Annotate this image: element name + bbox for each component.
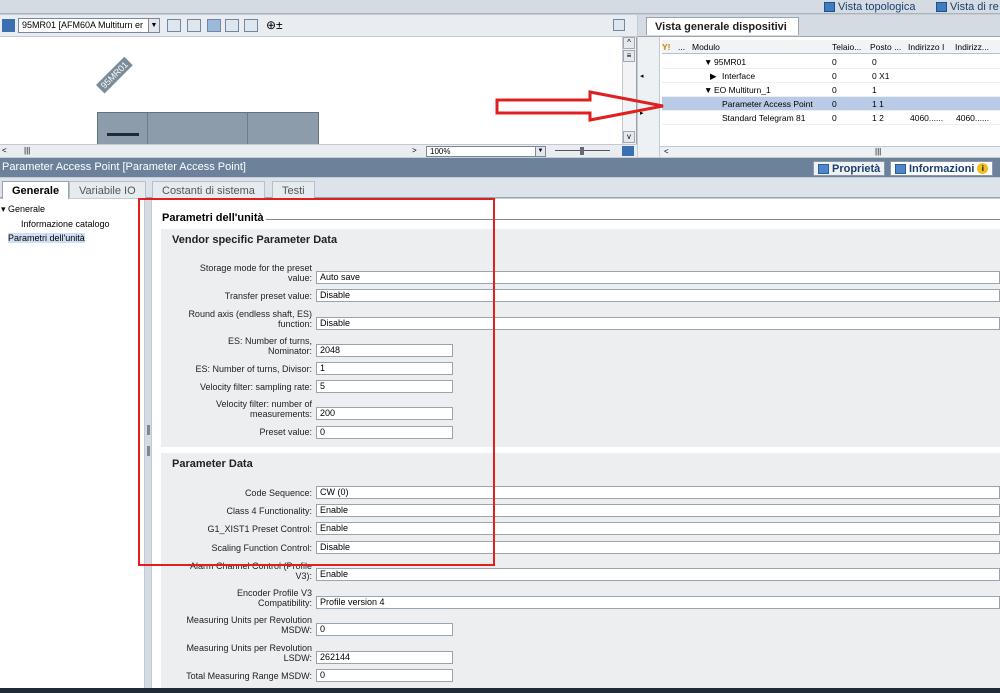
param-label: Measuring Units per Revolution LSDW: [186,643,312,663]
table-row[interactable]: ▶ Interface 0 0 X1 [662,69,1000,83]
scroll-up-icon[interactable]: ^ [623,37,635,49]
grid-icon[interactable] [225,19,239,32]
zoom-slider-handle[interactable] [580,147,584,155]
scroll-left-icon[interactable]: < [2,146,7,155]
tab-generale[interactable]: Generale [2,181,70,199]
device-view-statusbar: < ||| > 100% ▼ [0,144,637,157]
scroll-thumb[interactable]: ||| [24,146,30,155]
nav-item-unit-params[interactable]: Parametri dell'unità [8,233,85,243]
units-msdw-input[interactable]: 0 [316,623,453,636]
param-label: Measuring Units per Revolution MSDW: [186,615,312,635]
show-rack-icon[interactable] [167,19,181,32]
param-label: Total Measuring Range MSDW: [186,671,312,681]
tab-variabile-io[interactable]: Variabile IO [69,181,146,198]
info-icon [895,163,906,174]
scroll-menu-icon[interactable]: ≡ [623,50,635,62]
topology-icon [824,2,835,12]
topology-view-button[interactable]: Vista topologica [824,0,915,14]
red-highlight-box [138,198,495,566]
table-header: Y! ... Modulo Telaio... Posto ... Indiri… [662,40,1000,54]
chevron-down-icon: ▼ [148,19,159,32]
properties-tabs [0,178,1000,198]
fit-icon[interactable] [622,146,634,156]
properties-icon [818,163,829,174]
scroll-thumb[interactable]: ||| [875,147,881,156]
network-icon [936,2,947,12]
overview-scrollbar[interactable]: < ||| [660,146,1000,157]
rack-bar [107,133,139,136]
page-icon[interactable] [244,19,258,32]
tab-proprieta[interactable]: Proprietà [813,161,886,176]
taskbar-edge [0,688,1000,693]
scroll-left-icon[interactable]: < [664,147,669,156]
collapse-icon[interactable]: ◂ [640,72,644,80]
chevron-down-icon: ▼ [535,147,545,156]
param-label: Encoder Profile V3 Compatibility: [236,588,312,608]
zoom-select[interactable]: 100% ▼ [426,146,546,157]
nav-item-catalog-info[interactable]: Informazione catalogo [21,219,110,229]
network-view-button[interactable]: Vista di re [936,0,999,14]
device-tool-icon[interactable] [2,19,15,32]
table-row[interactable]: ▼ EO Multiturn_1 0 1 [662,83,1000,97]
alarm-channel-select[interactable]: Enable [316,568,1000,581]
nav-item-generale[interactable]: ▾ Generale [1,204,45,215]
total-range-msdw-input[interactable]: 0 [316,669,453,682]
device-rack[interactable] [97,112,319,149]
device-view-toolbar: 95MR01 [AFM60A Multiturn er ▼ ⊕± [0,15,637,37]
info-circle-icon: i [977,163,989,174]
table-row[interactable]: ▼ 95MR01 0 0 [662,55,1000,69]
profile-compat-select[interactable]: Profile version 4 [316,596,1000,609]
tab-device-overview[interactable]: Vista generale dispositivi [646,17,799,35]
overview-toggle-icon[interactable] [613,19,625,31]
red-arrow-annotation [495,90,664,122]
filter-icon[interactable]: Y! [662,42,671,52]
scroll-down-icon[interactable]: v [623,131,635,143]
tab-testi[interactable]: Testi [272,181,315,198]
tab-informazioni[interactable]: Informazioni i [890,161,994,176]
units-lsdw-input[interactable]: 262144 [316,651,453,664]
zoom-icon[interactable]: ⊕± [266,18,283,32]
properties-nav-tree: ▾ Generale Informazione catalogo Paramet… [0,199,146,693]
show-labels-icon[interactable] [187,19,201,32]
device-selector[interactable]: 95MR01 [AFM60A Multiturn er ▼ [18,18,160,33]
toggle-view-icon[interactable] [207,19,221,32]
scroll-right-icon[interactable]: > [412,146,417,155]
table-row-selected[interactable]: Parameter Access Point 0 1 1 [662,97,1000,111]
table-row[interactable]: Standard Telegram 81 0 1 2 4060...... 40… [662,111,1000,125]
tab-costanti-di-sistema[interactable]: Costanti di sistema [152,181,265,198]
